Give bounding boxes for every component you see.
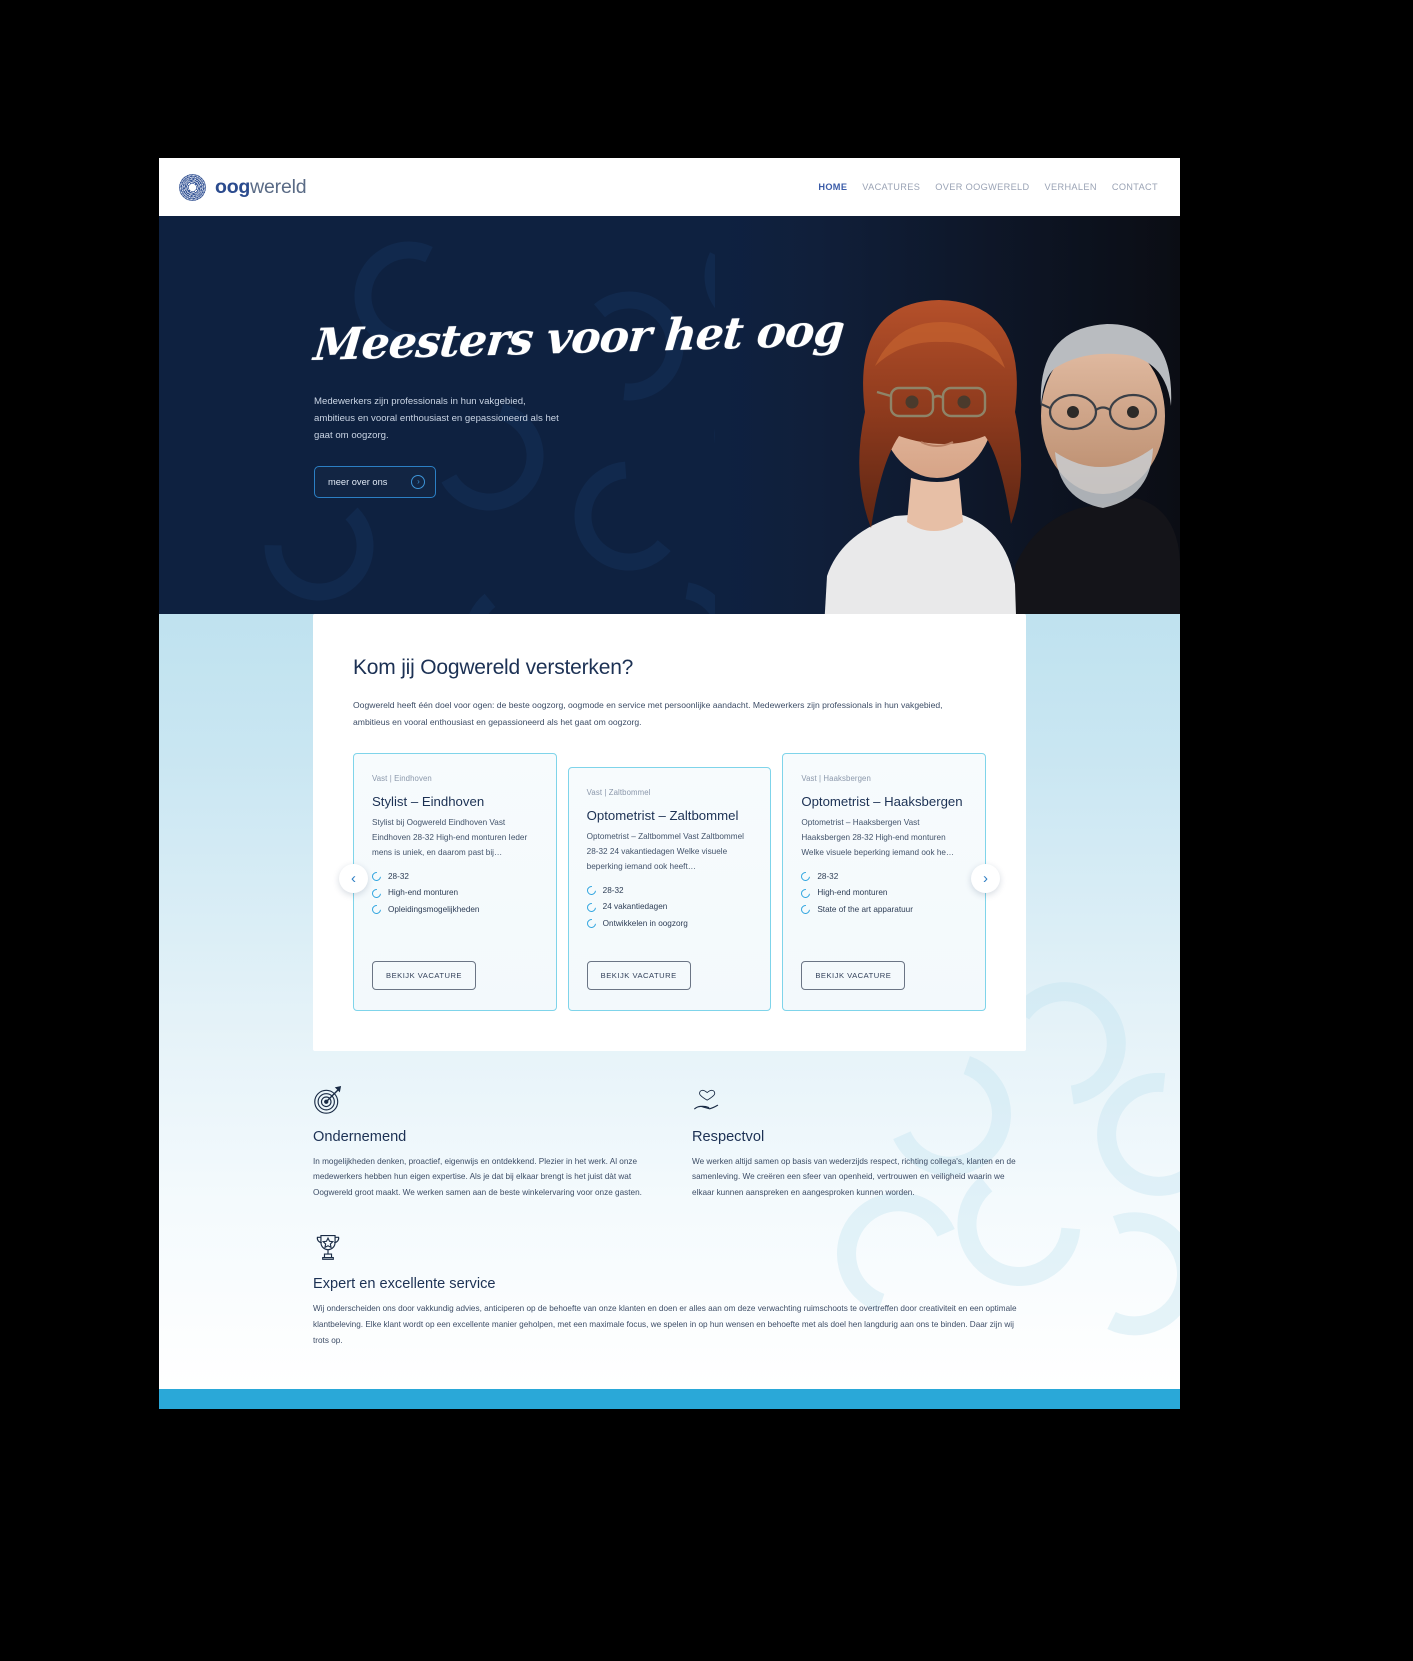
- value-text: We werken altijd samen op basis van wede…: [692, 1156, 1016, 1198]
- nav-item-verhalen[interactable]: VERHALEN: [1045, 182, 1097, 192]
- vacancy-meta: Vast | Eindhoven: [372, 773, 432, 783]
- bekijk-vacature-button[interactable]: BEKIJK VACATURE: [372, 960, 476, 990]
- list-item: Opleidingsmogelijkheden: [370, 902, 538, 918]
- values-grid: Ondernemend In mogelijkheden denken, pro…: [313, 1085, 1026, 1202]
- value-respectvol: Respectvol We werken altijd samen op bas…: [692, 1085, 1026, 1202]
- benefit-label: 28-32: [817, 871, 839, 881]
- benefit-label: High-end monturen: [388, 888, 459, 898]
- value-text: Wij onderscheiden ons door vakkundig adv…: [313, 1304, 1017, 1346]
- main-navigation: HOME VACATURES OVER OOGWERELD VERHALEN C…: [818, 182, 1158, 192]
- vacancy-title: Stylist – Eindhoven: [372, 793, 485, 809]
- vacancy-description: Stylist bij Oogwereld Eindhoven Vast Ein…: [372, 817, 528, 857]
- carousel-prev-button[interactable]: ‹: [339, 863, 368, 893]
- benefit-label: 28-32: [388, 871, 409, 881]
- vacancy-title: Optometrist – Haaksbergen: [801, 793, 963, 809]
- website-page: oogwereld HOME VACATURES OVER OOGWERELD …: [159, 158, 1180, 1409]
- logo-text: oogwereld: [215, 175, 307, 199]
- vacancy-card[interactable]: Vast | Haaksbergen Optometrist – Haaksbe…: [782, 752, 987, 1011]
- carousel-next-button[interactable]: ›: [971, 863, 1000, 893]
- logo-text-bold: oog: [215, 175, 251, 198]
- nav-item-over-oogwereld[interactable]: OVER OOGWERELD: [935, 182, 1029, 192]
- hero-button-label: meer over ons: [328, 477, 388, 488]
- c-bullet-icon: [584, 884, 598, 898]
- list-item: High-end monturen: [799, 885, 967, 901]
- meer-over-ons-button[interactable]: meer over ons ›: [314, 466, 437, 499]
- value-expert-en-excellente-service: Expert en excellente service Wij ondersc…: [313, 1232, 1026, 1349]
- target-icon: [313, 1085, 647, 1119]
- nav-item-contact[interactable]: CONTACT: [1112, 182, 1158, 192]
- panel-title: Kom jij Oogwereld versterken?: [353, 656, 634, 679]
- c-bullet-icon: [799, 870, 813, 884]
- c-bullet-icon: [370, 903, 383, 917]
- list-item: 28-32: [799, 869, 967, 885]
- value-title: Respectvol: [692, 1128, 765, 1145]
- list-item: 24 vakantiedagen: [584, 899, 753, 915]
- vacancy-benefits: 28-32 High-end monturen State of the art…: [799, 869, 967, 918]
- value-title: Ondernemend: [313, 1128, 407, 1145]
- nav-item-vacatures[interactable]: VACATURES: [862, 182, 920, 192]
- value-title: Expert en excellente service: [313, 1276, 496, 1293]
- values-section: Ondernemend In mogelijkheden denken, pro…: [159, 1051, 1180, 1390]
- vacancy-carousel: ‹ › Vast | Eindhoven Stylist – Eindhoven…: [339, 752, 1000, 1011]
- list-item: Ontwikkelen in oogzorg: [584, 916, 753, 932]
- benefit-label: 24 vakantiedagen: [602, 902, 668, 912]
- c-bullet-icon: [370, 870, 383, 884]
- hero-section: Meesters voor het oog Medewerkers zijn p…: [159, 216, 1180, 646]
- vacancy-benefits: 28-32 24 vakantiedagen Ontwikkelen in oo…: [584, 883, 753, 932]
- vacancy-card[interactable]: Vast | Eindhoven Stylist – Eindhoven Sty…: [353, 752, 557, 1011]
- logo[interactable]: oogwereld: [179, 173, 307, 201]
- vacancy-card[interactable]: Vast | Zaltbommel Optometrist – Zaltbomm…: [567, 766, 772, 1011]
- bekijk-vacature-button[interactable]: BEKIJK VACATURE: [801, 960, 906, 990]
- list-item: 28-32: [370, 869, 538, 885]
- trophy-icon: [313, 1232, 1026, 1266]
- arrow-right-icon: ›: [411, 475, 426, 490]
- vacancy-title: Optometrist – Zaltbommel: [586, 807, 739, 823]
- hero-content: Meesters voor het oog Medewerkers zijn p…: [159, 216, 846, 499]
- logo-text-light: wereld: [250, 175, 307, 198]
- benefit-label: Ontwikkelen in oogzorg: [602, 918, 688, 928]
- heart-in-hand-icon: [692, 1085, 1026, 1119]
- vacancy-description: Optometrist – Zaltbommel Vast Zaltbommel…: [586, 831, 744, 871]
- bekijk-vacature-button[interactable]: BEKIJK VACATURE: [586, 960, 691, 990]
- list-item: State of the art apparatuur: [799, 902, 967, 918]
- panel-subtitle: Oogwereld heeft één doel voor ogen: de b…: [353, 700, 943, 727]
- vacancy-description: Optometrist – Haaksbergen Vast Haaksberg…: [801, 817, 955, 857]
- benefit-label: High-end monturen: [817, 888, 888, 898]
- benefit-label: Opleidingsmogelijkheden: [388, 904, 480, 914]
- c-bullet-icon: [370, 887, 383, 900]
- vacancies-panel: Kom jij Oogwereld versterken? Oogwereld …: [313, 614, 1026, 1051]
- hero-subtitle: Medewerkers zijn professionals in hun va…: [314, 396, 559, 441]
- vacancy-benefits: 28-32 High-end monturen Opleidingsmogeli…: [370, 869, 538, 918]
- oogwereld-logo-icon: [179, 173, 206, 201]
- site-header: oogwereld HOME VACATURES OVER OOGWERELD …: [159, 158, 1180, 216]
- hero-title: Meesters voor het oog: [311, 305, 846, 371]
- nav-item-home[interactable]: HOME: [818, 182, 847, 192]
- c-bullet-icon: [584, 917, 598, 931]
- benefit-label: State of the art apparatuur: [817, 904, 913, 914]
- value-text: In mogelijkheden denken, proactief, eige…: [313, 1156, 642, 1198]
- content-section: Kom jij Oogwereld versterken? Oogwereld …: [159, 614, 1180, 1390]
- c-bullet-icon: [584, 901, 598, 914]
- list-item: High-end monturen: [370, 885, 538, 901]
- vacancy-meta: Vast | Zaltbommel: [586, 787, 651, 797]
- c-bullet-icon: [799, 903, 813, 917]
- list-item: 28-32: [584, 883, 753, 899]
- c-bullet-icon: [799, 887, 813, 900]
- footer-cta-band: Achter de schermen bij Oogwereld Bekijk …: [159, 1389, 1180, 1409]
- hero-photo: [715, 216, 1180, 646]
- benefit-label: 28-32: [602, 885, 624, 895]
- vacancy-meta: Vast | Haaksbergen: [801, 773, 871, 783]
- value-ondernemend: Ondernemend In mogelijkheden denken, pro…: [313, 1085, 647, 1202]
